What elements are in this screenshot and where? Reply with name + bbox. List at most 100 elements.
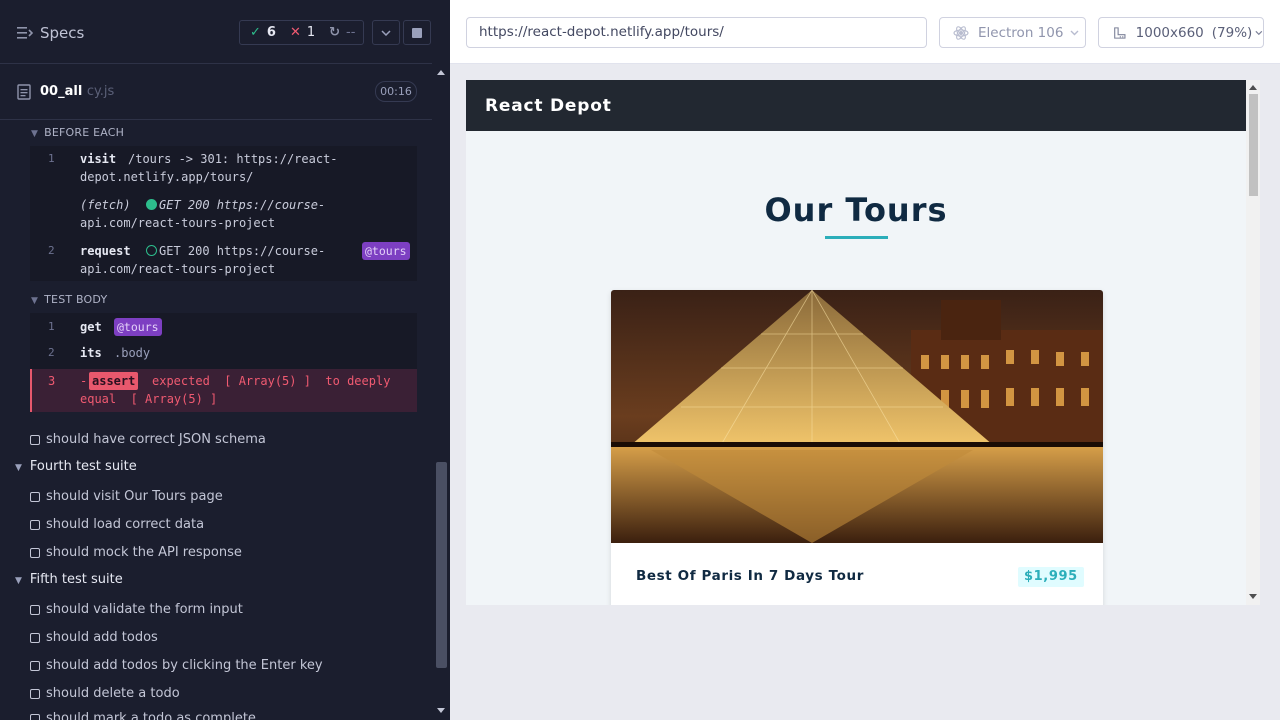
test-body-header[interactable]: ▼ TEST BODY	[31, 293, 107, 306]
command-assert-failed[interactable]: 3 - assert expected [ Array(5) ] to deep…	[30, 369, 417, 412]
reporter-panel: Specs ✓ 6 ✕ 1 ↻ -- 00_all cy.js 00:16 ▼ …	[0, 0, 450, 720]
test-item[interactable]: should have correct JSON schema	[30, 432, 266, 447]
reporter-scroll-thumb[interactable]	[436, 462, 447, 668]
test-body-title: TEST BODY	[44, 293, 108, 306]
scroll-up-icon[interactable]	[437, 70, 445, 75]
suite-label: Fourth test suite	[29, 459, 137, 474]
chevron-down-icon: ▼	[15, 576, 22, 586]
command-visit[interactable]: 1 visit /tours -> 301: https://react- de…	[30, 150, 417, 186]
checkbox-icon	[30, 660, 40, 671]
command-request[interactable]: 2 request GET 200 https://course- @tours…	[30, 242, 417, 278]
tour-name: Best Of Paris In 7 Days Tour	[636, 568, 864, 584]
test-item[interactable]: should add todos	[30, 630, 158, 645]
pending-icon: ↻	[329, 25, 341, 40]
before-each-title: BEFORE EACH	[44, 126, 125, 139]
command-status-text: GET 200 https://course-	[159, 198, 326, 212]
failed-stat: ✕ 1	[290, 25, 315, 40]
test-item[interactable]: should validate the form input	[30, 602, 243, 617]
checkbox-icon	[30, 632, 40, 643]
command-get[interactable]: 1 get @tours	[30, 318, 417, 338]
test-item[interactable]: should mock the API response	[30, 545, 242, 560]
document-icon	[17, 84, 31, 100]
checkbox-icon	[30, 491, 40, 502]
command-dash: -	[80, 374, 88, 388]
command-number: 2	[48, 244, 55, 257]
test-label: should mark a todo as complete	[46, 711, 256, 720]
failed-count: 1	[306, 25, 316, 40]
electron-icon	[953, 25, 969, 40]
command-number: 1	[48, 320, 55, 333]
browser-label: Electron 106	[978, 24, 1064, 41]
command-status-text: GET 200 https://course-	[159, 244, 326, 258]
test-label: should visit Our Tours page	[46, 489, 223, 504]
command-number: 1	[48, 152, 55, 165]
status-dot-icon	[146, 199, 157, 210]
aut-scroll-thumb[interactable]	[1249, 94, 1258, 196]
chevron-down-icon	[381, 29, 391, 36]
page-title: Our Tours	[764, 191, 948, 229]
test-item[interactable]: should mark a todo as complete	[30, 711, 256, 720]
test-label: should delete a todo	[46, 686, 180, 701]
url-field[interactable]: https://react-depot.netlify.app/tours/	[466, 17, 927, 48]
scroll-down-icon[interactable]	[437, 708, 445, 713]
tour-card: Best Of Paris In 7 Days Tour $1,995	[611, 290, 1103, 605]
command-number: 3	[48, 374, 56, 388]
aut-iframe: React Depot Our Tours Best Of Paris In 7…	[466, 80, 1260, 605]
check-icon: ✓	[250, 25, 261, 40]
command-name: assert	[89, 372, 139, 390]
alias-badge: @tours	[114, 318, 162, 336]
suite-label: Fifth test suite	[29, 572, 123, 587]
app-navbar: React Depot	[466, 80, 1246, 131]
checkbox-icon	[30, 713, 40, 720]
test-label: should mock the API response	[46, 545, 242, 560]
before-each-header[interactable]: ▼ BEFORE EACH	[31, 126, 124, 139]
command-status: GET 200 https://course-	[146, 196, 325, 214]
browser-select[interactable]: Electron 106	[939, 17, 1086, 48]
checkbox-icon	[30, 604, 40, 615]
title-underline	[825, 236, 888, 239]
status-ring-icon	[146, 245, 157, 256]
test-item[interactable]: should add todos by clicking the Enter k…	[30, 658, 323, 673]
checkbox-icon	[30, 688, 40, 699]
viewport-zoom: (79%)	[1211, 24, 1253, 41]
checkbox-icon	[30, 519, 40, 530]
command-name: visit	[80, 152, 117, 166]
specs-label[interactable]: Specs	[40, 24, 84, 42]
alias-badge: @tours	[362, 242, 410, 260]
command-message: .body	[114, 346, 151, 360]
command-name: request	[80, 244, 131, 258]
stop-button[interactable]	[403, 20, 431, 45]
scroll-up-icon[interactable]	[1249, 85, 1257, 90]
command-name: its	[80, 346, 102, 360]
spec-ext: cy.js	[86, 84, 115, 99]
chevron-down-icon	[1070, 30, 1079, 35]
suite-item[interactable]: ▼ Fifth test suite	[15, 572, 123, 587]
suite-item[interactable]: ▼ Fourth test suite	[15, 459, 137, 474]
command-message-cont: api.com/react-tours-project	[80, 216, 276, 230]
collapse-button[interactable]	[372, 20, 400, 45]
test-item[interactable]: should load correct data	[30, 517, 204, 532]
viewport-size: 1000x660	[1135, 24, 1204, 41]
command-message: expected [ Array(5) ] to deeply	[152, 374, 391, 388]
before-each-commands: 1 visit /tours -> 301: https://react- de…	[30, 146, 417, 281]
viewport-select[interactable]: 1000x660 (79%)	[1098, 17, 1264, 48]
test-item[interactable]: should delete a todo	[30, 686, 180, 701]
test-label: should add todos	[46, 630, 158, 645]
tour-price: $1,995	[1018, 567, 1084, 587]
list-icon[interactable]	[17, 26, 33, 40]
command-name: (fetch)	[80, 198, 131, 212]
ruler-icon	[1114, 26, 1126, 39]
spec-name: 00_all	[40, 84, 83, 99]
scroll-down-icon[interactable]	[1249, 594, 1257, 599]
command-message: /tours -> 301: https://react-	[128, 152, 338, 166]
duration-badge: 00:16	[375, 81, 417, 102]
command-its[interactable]: 2 its .body	[30, 344, 417, 364]
cross-icon: ✕	[289, 25, 301, 40]
tour-image	[611, 290, 1103, 543]
command-name: get	[80, 320, 102, 334]
test-item[interactable]: should visit Our Tours page	[30, 489, 223, 504]
command-fetch[interactable]: (fetch) GET 200 https://course- api.com/…	[30, 196, 417, 232]
test-label: should add todos by clicking the Enter k…	[46, 658, 323, 673]
command-status: GET 200 https://course-	[146, 242, 325, 260]
app-brand[interactable]: React Depot	[485, 96, 612, 116]
